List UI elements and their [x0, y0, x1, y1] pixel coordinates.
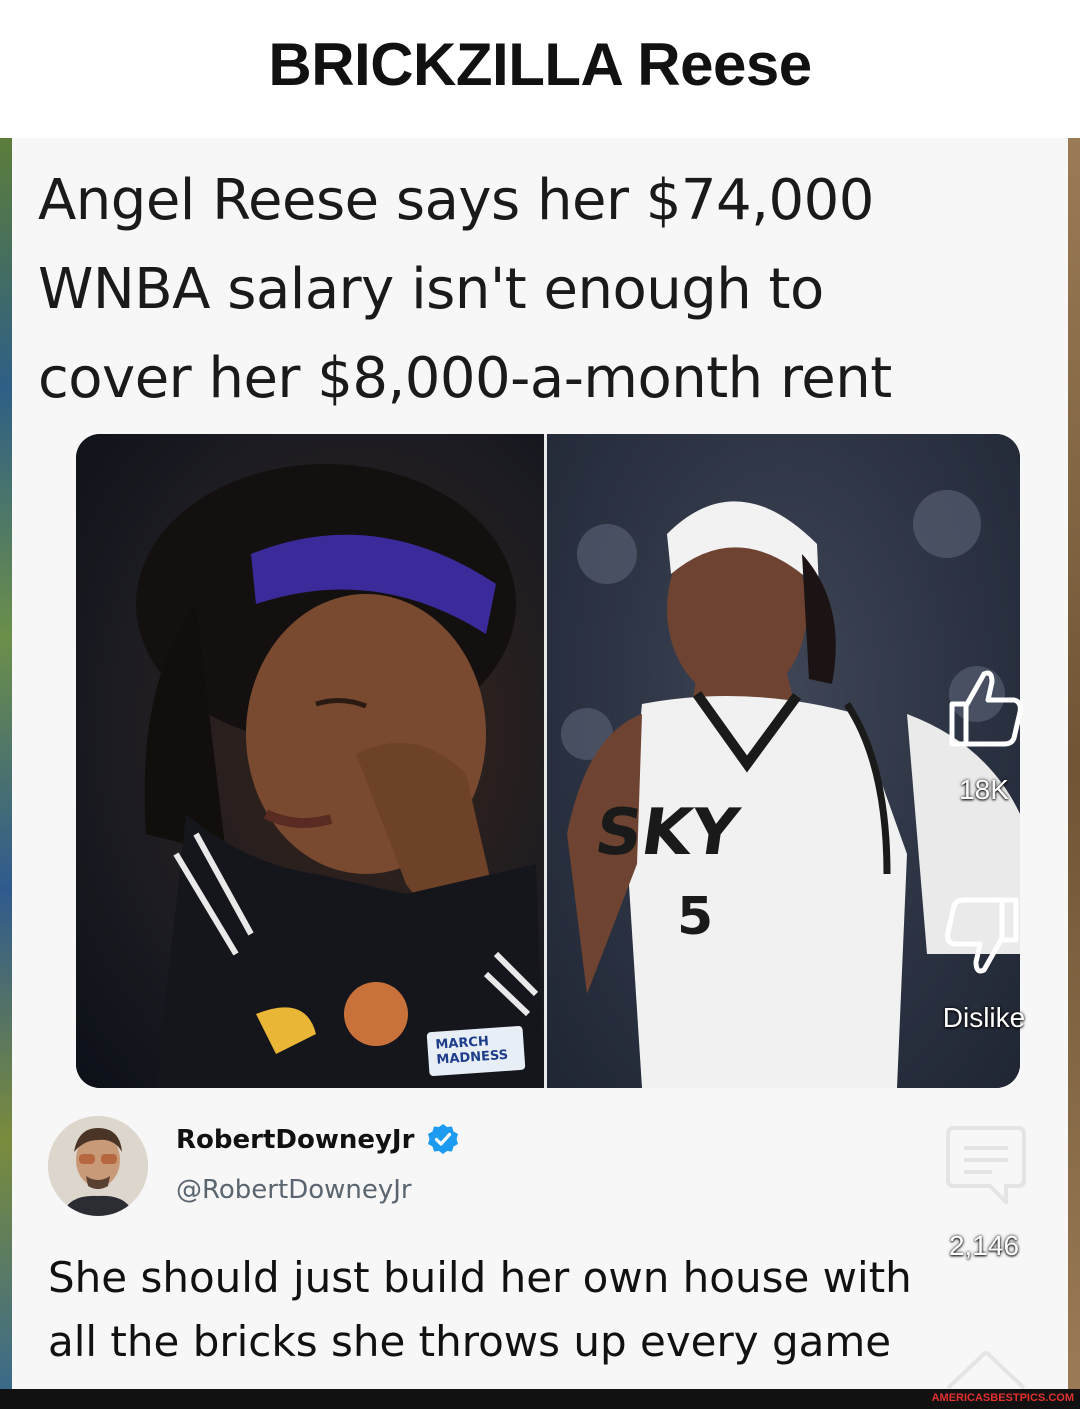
- verified-badge-icon: [428, 1124, 458, 1154]
- comment-count: 2,146: [948, 1230, 1020, 1261]
- like-button[interactable]: [944, 666, 1024, 754]
- dislike-button[interactable]: [944, 894, 1024, 982]
- share-button[interactable]: [944, 1348, 1028, 1389]
- tweet-text-line: all the bricks she throws up every game: [48, 1317, 892, 1366]
- avatar[interactable]: [48, 1116, 148, 1216]
- comment-icon: [946, 1126, 1026, 1204]
- avatar-portrait: [48, 1116, 148, 1216]
- headline-line: WNBA salary isn't enough to: [38, 257, 824, 322]
- tweet-text: She should just build her own house with…: [48, 1246, 948, 1374]
- march-madness-logo: MARCH MADNESS: [426, 1025, 526, 1077]
- footer-bar: AMERICASBESTPICS.COM: [0, 1389, 1080, 1409]
- tweet-handle[interactable]: @RobertDowneyJr: [176, 1175, 412, 1205]
- thumbs-up-icon: [949, 670, 1023, 747]
- side-action-bar: 18K Dislike 2,146: [934, 138, 1034, 1389]
- photo-collage: MARCH MADNESS SKY 5: [76, 434, 1020, 1088]
- headline-line: cover her $8,000-a-month rent: [38, 346, 892, 411]
- meme-title: BRICKZILLA Reese: [268, 31, 812, 98]
- dislike-label: Dislike: [942, 1002, 1026, 1033]
- comment-button[interactable]: [944, 1122, 1028, 1210]
- tweet-display-name[interactable]: RobertDowneyJr: [176, 1125, 414, 1155]
- tweet-text-line: She should just build her own house with: [48, 1253, 912, 1302]
- photo-crying: MARCH MADNESS: [76, 434, 544, 1088]
- jersey-number-text: 5: [677, 887, 713, 947]
- background-edge-right: [1068, 138, 1080, 1389]
- headline-line: Angel Reese says her $74,000: [38, 168, 874, 233]
- background-edge-left: [0, 138, 12, 1389]
- crying-person-illustration: [136, 464, 544, 1088]
- thumbs-down-icon: [945, 897, 1019, 974]
- share-icon: [946, 1350, 1026, 1389]
- embedded-screenshot: Angel Reese says her $74,000 WNBA salary…: [0, 138, 1080, 1389]
- like-count: 18K: [959, 774, 1009, 805]
- jersey-team-text: SKY: [591, 795, 745, 870]
- article-headline: Angel Reese says her $74,000 WNBA salary…: [38, 156, 938, 423]
- source-watermark: AMERICASBESTPICS.COM: [931, 1392, 1074, 1404]
